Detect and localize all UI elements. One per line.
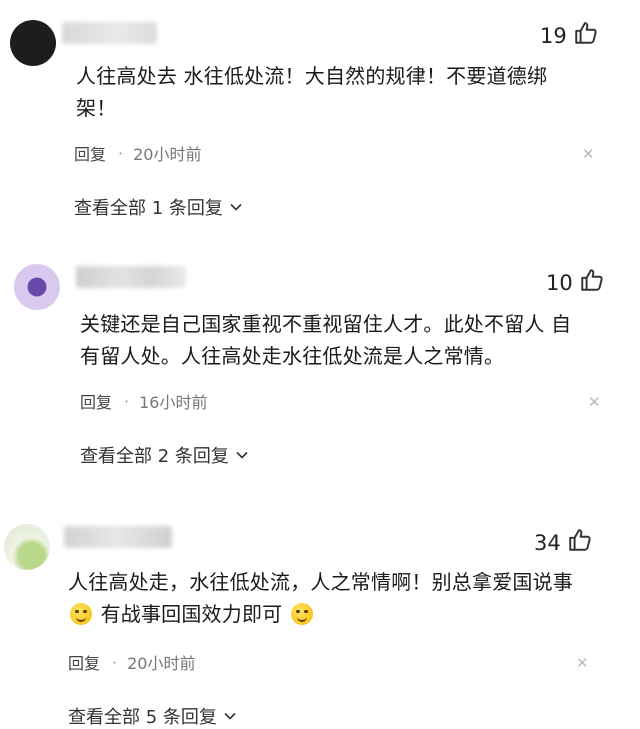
smiley-emoji-icon (70, 603, 92, 625)
username-blurred[interactable] (76, 266, 186, 288)
like-button[interactable]: 10 (546, 267, 605, 298)
comment-item: 34 人往高处走，水往低处流，人之常情啊！别总拿爱国说事 有战事回国效力即可 回… (0, 510, 640, 729)
comment-meta: 回复 · 20小时前 (74, 141, 201, 165)
avatar[interactable] (14, 264, 60, 310)
reply-button[interactable]: 回复 (74, 141, 106, 165)
view-replies-button[interactable]: 查看全部 1 条回复 (74, 194, 243, 220)
like-button[interactable]: 34 (534, 527, 593, 558)
thumbs-up-icon (573, 20, 599, 51)
timestamp: 20小时前 (133, 145, 202, 164)
comment-meta: 回复 · 20小时前 (68, 650, 195, 674)
separator: · (112, 652, 118, 672)
avatar[interactable] (10, 20, 56, 66)
like-count: 34 (534, 530, 561, 555)
comment-meta: 回复 · 16小时前 (80, 389, 207, 413)
like-count: 19 (540, 23, 567, 48)
reply-button[interactable]: 回复 (68, 650, 100, 674)
timestamp: 20小时前 (127, 654, 196, 673)
comment-item: 19 人往高处去 水往低处流！大自然的规律！不要道德绑 架！ 回复 · 20小时… (0, 0, 640, 240)
username-blurred[interactable] (62, 22, 157, 44)
comment-text: 人往高处去 水往低处流！大自然的规律！不要道德绑 架！ (76, 64, 548, 120)
thumbs-up-icon (579, 267, 605, 298)
close-icon[interactable]: ✕ (576, 656, 589, 671)
smiley-emoji-icon (290, 603, 313, 625)
close-icon[interactable]: ✕ (588, 395, 601, 410)
comment-item: 10 关键还是自己国家重视不重视留住人才。此处不留人 自 有留人处。人往高处走水… (0, 250, 640, 490)
close-icon[interactable]: ✕ (582, 147, 595, 162)
reply-button[interactable]: 回复 (80, 389, 112, 413)
view-replies-button[interactable]: 查看全部 5 条回复 (68, 703, 237, 729)
timestamp: 16小时前 (139, 393, 208, 412)
separator: · (118, 143, 124, 163)
avatar[interactable] (4, 524, 50, 570)
username-blurred[interactable] (64, 526, 172, 548)
like-count: 10 (546, 270, 573, 295)
chevron-down-icon (236, 451, 248, 459)
thumbs-up-icon (567, 527, 593, 558)
comment-text: 关键还是自己国家重视不重视留住人才。此处不留人 自 有留人处。人往高处走水往低处… (80, 312, 572, 368)
chevron-down-icon (224, 712, 236, 720)
view-replies-button[interactable]: 查看全部 2 条回复 (80, 442, 249, 468)
comment-text: 人往高处走，水往低处流，人之常情啊！别总拿爱国说事 有战事回国效力即可 (68, 570, 573, 626)
chevron-down-icon (230, 203, 242, 211)
separator: · (124, 391, 130, 411)
like-button[interactable]: 19 (540, 20, 599, 51)
